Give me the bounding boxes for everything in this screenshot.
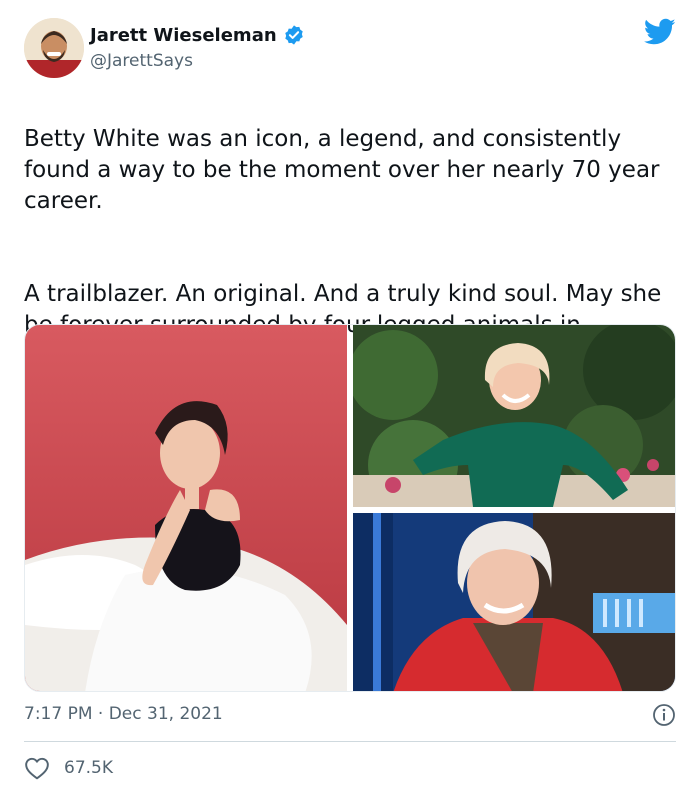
like-action[interactable]: 67.5K [24,756,113,780]
tweet-timestamp[interactable]: 7:17 PM · Dec 31, 2021 [24,704,223,724]
photo-betty-white-red-jacket[interactable] [353,513,675,691]
photo-betty-white-red-backdrop[interactable] [25,325,347,691]
tweet-time: 7:17 PM [24,704,93,724]
avatar[interactable] [24,18,84,78]
tweet-date: Dec 31, 2021 [108,704,223,724]
media-grid [24,324,676,692]
author-display-name[interactable]: Jarett Wieseleman [90,25,277,46]
like-count: 67.5K [64,758,113,778]
photo-betty-white-green-outfit[interactable] [353,325,675,507]
divider [24,741,676,742]
verified-badge-icon [284,25,303,45]
info-icon[interactable] [652,703,676,727]
author-handle[interactable]: @JarettSays [90,51,193,71]
meta-separator: · [97,704,104,724]
twitter-bird-icon[interactable] [644,18,676,46]
tweet-paragraph-1: Betty White was an icon, a legend, and c… [24,126,660,214]
avatar-photo [24,18,84,78]
author-name-row: Jarett Wieseleman [90,24,305,46]
tweet-header: Jarett Wieseleman @JarettSays [24,18,676,80]
heart-icon[interactable] [24,756,50,780]
